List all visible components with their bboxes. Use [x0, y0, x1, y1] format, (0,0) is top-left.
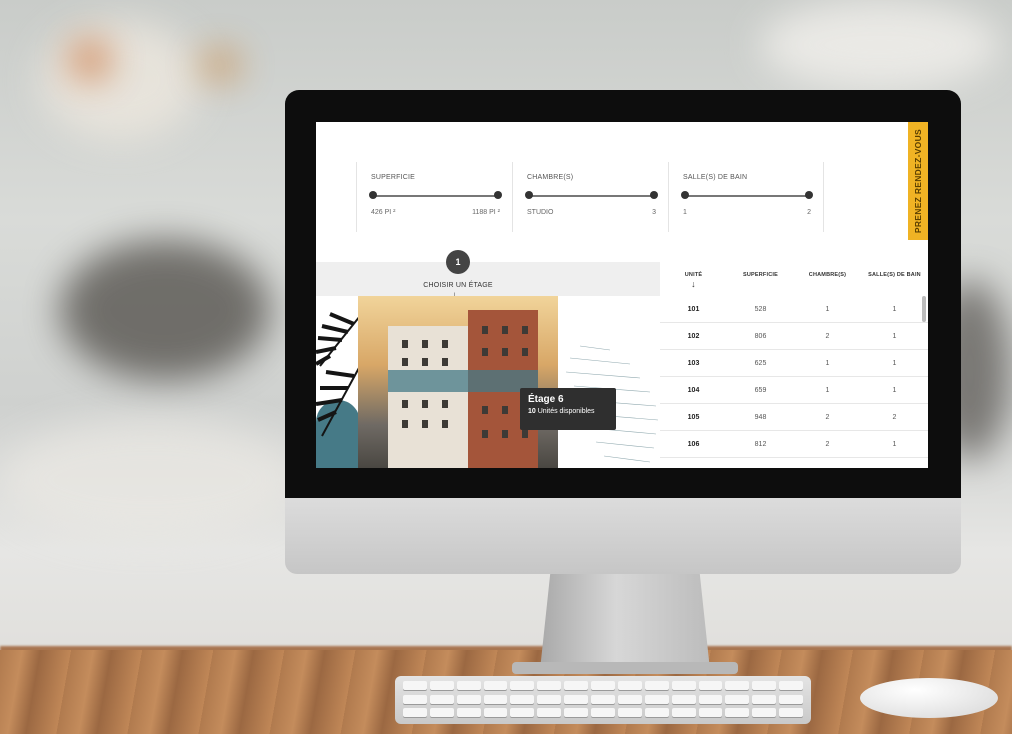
filter-superficie: SUPERFICIE 426 PI ² 1188 PI ²	[356, 162, 512, 232]
table-row[interactable]: 101 528 1 1	[660, 296, 928, 323]
slider-track	[683, 195, 811, 197]
filter-min-value: 426 PI ²	[371, 209, 396, 216]
table-row[interactable]: 102 806 2 1	[660, 323, 928, 350]
filter-title: CHAMBRE(S)	[527, 174, 574, 181]
floor-picker-label: CHOISIR UN ÉTAGE	[423, 282, 493, 289]
floor-tooltip-title: Étage 6	[528, 394, 564, 405]
filter-panel: SUPERFICIE 426 PI ² 1188 PI ² CHAMBRE(S)…	[356, 162, 824, 232]
appointment-button[interactable]: PRENEZ RENDEZ-VOUS	[908, 122, 928, 240]
background-table-blob	[0, 420, 300, 540]
available-units-label: Unités disponibles	[537, 408, 595, 415]
imac-chin	[285, 498, 961, 574]
cell-bathrooms: 1	[892, 386, 897, 394]
cell-area: 806	[754, 332, 767, 340]
filter-min-value: STUDIO	[527, 209, 554, 216]
cell-bedrooms: 2	[825, 332, 830, 340]
slider-handle-min[interactable]	[681, 191, 689, 199]
background-lamp-blob	[200, 50, 240, 80]
cell-bathrooms: 1	[892, 440, 897, 448]
filter-max-value: 1188 PI ²	[472, 209, 500, 216]
filter-max-value: 2	[807, 209, 811, 216]
slider-track	[527, 195, 656, 197]
cell-unit: 102	[687, 332, 700, 340]
available-units-count: 10	[528, 408, 536, 415]
cell-bathrooms: 1	[892, 359, 897, 367]
appointment-button-label: PRENEZ RENDEZ-VOUS	[913, 128, 923, 234]
table-row[interactable]: 105 948 2 2	[660, 404, 928, 431]
imac-stand	[540, 574, 710, 670]
filter-salles-de-bain: SALLE(S) DE BAIN 1 2	[668, 162, 824, 232]
step-number-badge: 1	[446, 250, 470, 274]
floor-tooltip-availability: 10 Unités disponibles	[528, 408, 608, 415]
cell-bedrooms: 2	[825, 440, 830, 448]
cell-area: 948	[754, 413, 767, 421]
screen: SUPERFICIE 426 PI ² 1188 PI ² CHAMBRE(S)…	[316, 122, 928, 468]
slider-track	[371, 195, 500, 197]
units-table: UNITÉ ↓ SUPERFICIE CHAMBRE(S) SALLE(S) D…	[660, 262, 928, 468]
column-header-area[interactable]: SUPERFICIE	[727, 262, 794, 296]
cell-area: 625	[754, 359, 767, 367]
slider-handle-max[interactable]	[650, 191, 658, 199]
filter-chambres: CHAMBRE(S) STUDIO 3	[512, 162, 668, 232]
background-lamp-blob	[70, 40, 110, 80]
column-header-bedrooms[interactable]: CHAMBRE(S)	[794, 262, 861, 296]
range-slider-chambres[interactable]	[525, 191, 658, 201]
filter-max-value: 3	[652, 209, 656, 216]
table-row[interactable]: 106 812 2 1	[660, 431, 928, 458]
cell-bedrooms: 1	[825, 305, 830, 313]
cell-unit: 101	[687, 305, 700, 313]
building-tower-left	[388, 326, 468, 468]
table-scrollbar[interactable]	[922, 296, 926, 322]
table-row[interactable]: 103 625 1 1	[660, 350, 928, 377]
cell-area: 812	[754, 440, 767, 448]
slider-handle-min[interactable]	[369, 191, 377, 199]
floor-picker-header	[316, 262, 660, 296]
cell-unit: 103	[687, 359, 700, 367]
table-header: UNITÉ ↓ SUPERFICIE CHAMBRE(S) SALLE(S) D…	[660, 262, 928, 296]
cell-bedrooms: 2	[825, 413, 830, 421]
filter-title: SUPERFICIE	[371, 174, 416, 181]
range-slider-salles-de-bain[interactable]	[681, 191, 813, 201]
range-slider-superficie[interactable]	[369, 191, 502, 201]
palm-leaf-icon	[316, 312, 361, 437]
imac-stand-foot	[512, 662, 738, 674]
background-dark-blob	[60, 240, 270, 380]
background-light-blob	[40, 20, 200, 140]
column-header-unit[interactable]: UNITÉ ↓	[660, 262, 727, 296]
building-floor-selector[interactable]	[316, 296, 660, 468]
cell-bathrooms: 1	[892, 332, 897, 340]
table-row[interactable]: 104 659 1 1	[660, 377, 928, 404]
floor-tooltip: Étage 6 10 Unités disponibles	[520, 388, 616, 430]
cell-unit: 106	[687, 440, 700, 448]
cell-bathrooms: 1	[892, 305, 897, 313]
keyboard	[395, 676, 811, 724]
cell-unit: 105	[687, 413, 700, 421]
cell-bedrooms: 1	[825, 359, 830, 367]
cell-bedrooms: 1	[825, 386, 830, 394]
cell-unit: 104	[687, 386, 700, 394]
sort-arrow-icon: ↓	[691, 279, 696, 289]
mouse	[860, 678, 998, 718]
cell-area: 659	[754, 386, 767, 394]
column-header-bathrooms[interactable]: SALLE(S) DE BAIN	[861, 262, 928, 296]
filter-title: SALLE(S) DE BAIN	[683, 174, 748, 181]
cell-bathrooms: 2	[892, 413, 897, 421]
floor-highlight[interactable]	[388, 370, 538, 392]
background-light-blob	[760, 0, 1000, 90]
slider-handle-max[interactable]	[805, 191, 813, 199]
building-photo[interactable]	[358, 296, 558, 468]
filter-min-value: 1	[683, 209, 687, 216]
slider-handle-max[interactable]	[494, 191, 502, 199]
cell-area: 528	[754, 305, 767, 313]
slider-handle-min[interactable]	[525, 191, 533, 199]
